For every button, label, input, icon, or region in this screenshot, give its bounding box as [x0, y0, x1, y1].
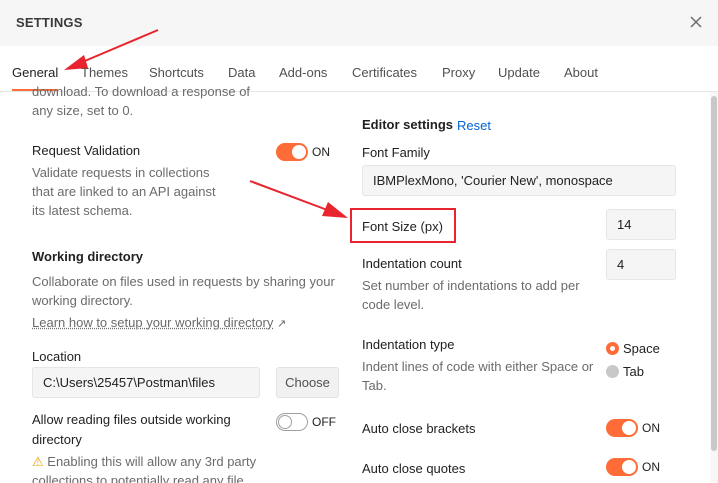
font-size-input[interactable]: 14	[606, 209, 676, 240]
tab-shortcuts[interactable]: Shortcuts	[149, 65, 204, 80]
external-link-icon: ↗	[276, 318, 287, 330]
tab-themes[interactable]: Themes	[81, 65, 128, 80]
allow-outside-toggle-label: OFF	[312, 415, 336, 429]
location-label: Location	[32, 349, 82, 364]
tab-about[interactable]: About	[564, 65, 598, 80]
toggle-knob	[622, 421, 636, 435]
request-validation-toggle-label: ON	[312, 145, 330, 159]
allow-outside-warning-line1: ⚠ Enabling this will allow any 3rd party	[32, 452, 256, 472]
tab-update[interactable]: Update	[498, 65, 540, 80]
choose-button[interactable]: Choose	[276, 367, 339, 398]
location-input[interactable]: C:\Users\25457\Postman\files	[32, 367, 260, 398]
request-validation-desc-line1: Validate requests in collections	[32, 165, 210, 180]
working-directory-desc-line2: working directory.	[32, 293, 133, 308]
auto-close-brackets-toggle[interactable]	[606, 419, 638, 437]
font-family-input[interactable]: IBMPlexMono, 'Courier New', monospace	[362, 165, 676, 196]
cut-off-description-line2: any size, set to 0.	[32, 103, 134, 118]
tab-certificates[interactable]: Certificates	[352, 65, 417, 80]
toggle-knob	[278, 415, 292, 429]
tab-proxy[interactable]: Proxy	[442, 65, 475, 80]
annotation-arrow-to-font-size	[249, 180, 348, 218]
working-directory-link-text[interactable]: Learn how to setup your working director…	[32, 315, 273, 330]
indentation-type-desc-line1: Indent lines of code with either Space o…	[362, 359, 594, 374]
allow-outside-toggle[interactable]	[276, 413, 308, 431]
working-directory-heading: Working directory	[32, 249, 144, 264]
indentation-count-desc-line2: code level.	[362, 297, 425, 312]
tab-add-ons[interactable]: Add-ons	[279, 65, 327, 80]
tab-general[interactable]: General	[12, 65, 58, 80]
auto-close-quotes-label: Auto close quotes	[362, 461, 466, 476]
allow-outside-label-line1: Allow reading files outside working	[32, 412, 231, 427]
allow-outside-label-line2: directory	[32, 432, 82, 447]
toggle-knob	[622, 460, 636, 474]
request-validation-toggle[interactable]	[276, 143, 308, 161]
settings-header: SETTINGS	[0, 0, 718, 46]
indentation-count-input[interactable]: 4	[606, 249, 676, 280]
indentation-tab-label: Tab	[623, 364, 644, 379]
cut-off-description-line1: download. To download a response of	[32, 84, 251, 99]
tab-data[interactable]: Data	[228, 65, 255, 80]
scrollbar-thumb[interactable]	[711, 96, 717, 451]
annotation-highlight-box	[350, 208, 456, 243]
auto-close-quotes-toggle-label: ON	[642, 460, 660, 474]
warning-icon: ⚠	[32, 454, 44, 469]
close-icon[interactable]	[688, 14, 704, 30]
indentation-space-radio[interactable]	[606, 342, 619, 355]
working-directory-desc-line1: Collaborate on files used in requests by…	[32, 274, 335, 289]
indentation-count-label: Indentation count	[362, 256, 462, 271]
indentation-type-desc-line2: Tab.	[362, 378, 387, 393]
allow-outside-warning-line2: collections to potentially read any file	[32, 473, 244, 483]
settings-title: SETTINGS	[16, 15, 83, 30]
reset-link[interactable]: Reset	[457, 118, 491, 133]
working-directory-link[interactable]: Learn how to setup your working director…	[32, 313, 286, 334]
font-family-label: Font Family	[362, 145, 430, 160]
request-validation-desc-line3: its latest schema.	[32, 203, 133, 218]
auto-close-brackets-toggle-label: ON	[642, 421, 660, 435]
request-validation-desc-line2: that are linked to an API against	[32, 184, 216, 199]
indentation-space-label: Space	[623, 341, 660, 356]
indentation-tab-radio[interactable]	[606, 365, 619, 378]
indentation-count-desc-line1: Set number of indentations to add per	[362, 278, 580, 293]
toggle-knob	[292, 145, 306, 159]
indentation-type-label: Indentation type	[362, 337, 455, 352]
request-validation-label: Request Validation	[32, 143, 141, 158]
editor-settings-heading: Editor settings	[362, 117, 454, 132]
auto-close-brackets-label: Auto close brackets	[362, 421, 476, 436]
warning-text: Enabling this will allow any 3rd party	[47, 454, 257, 469]
auto-close-quotes-toggle[interactable]	[606, 458, 638, 476]
